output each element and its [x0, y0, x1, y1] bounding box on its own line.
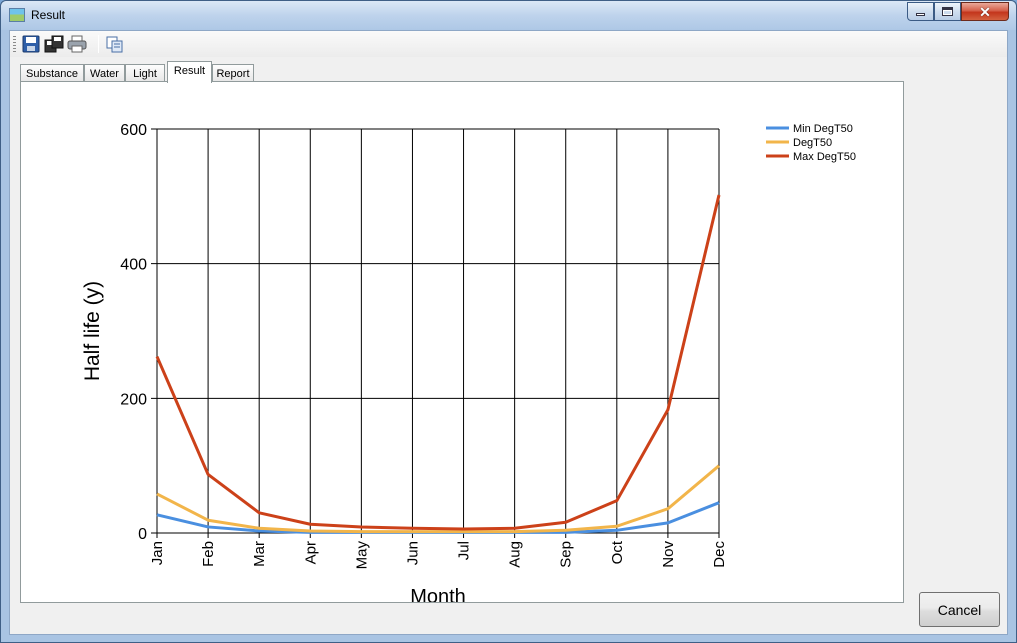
tab-report[interactable]: Report [212, 64, 254, 82]
legend-label: Max DegT50 [793, 151, 856, 163]
x-tick-label: Nov [660, 541, 677, 568]
maximize-icon [942, 7, 953, 16]
y-tick-label: 0 [138, 526, 147, 543]
title-bar[interactable]: Result ✕ [1, 1, 1016, 30]
print-icon [67, 35, 87, 53]
copy-button[interactable] [105, 34, 125, 54]
tab-water[interactable]: Water [84, 64, 125, 82]
save-all-icon [44, 35, 64, 53]
tab-label: Report [216, 68, 250, 80]
tab-substance[interactable]: Substance [20, 64, 84, 82]
x-tick-label: May [353, 541, 370, 570]
result-tab-page: 0 200 400 600 Jan Feb Mar Apr May Jun Jul Aug Sep Oct… [20, 81, 904, 608]
cancel-button[interactable]: Cancel [919, 592, 1000, 627]
x-tick-label: Dec [711, 541, 728, 568]
x-tick-label: Jun [404, 541, 421, 565]
x-tick-label: Feb [200, 541, 217, 567]
minimize-button[interactable] [907, 2, 934, 21]
tab-light[interactable]: Light [125, 64, 165, 82]
toolbar-grip-icon[interactable] [13, 36, 16, 52]
copy-icon [106, 36, 123, 53]
x-tick-label: Oct [609, 540, 626, 564]
save-button[interactable] [21, 34, 41, 54]
y-tick-label: 400 [120, 257, 147, 274]
tab-result[interactable]: Result [167, 61, 212, 83]
y-tick-label: 600 [120, 122, 147, 139]
y-tick-label: 200 [120, 391, 147, 408]
legend-label: Min DegT50 [793, 123, 853, 135]
window-title: Result [31, 8, 66, 22]
x-tick-label: Mar [251, 541, 268, 567]
close-icon: ✕ [979, 3, 991, 20]
x-tick-label: Jan [149, 541, 166, 565]
close-button[interactable]: ✕ [961, 2, 1009, 21]
y-axis-label: Half life (y) [81, 281, 104, 381]
x-tick-label: Sep [558, 541, 575, 568]
legend-label: DegT50 [793, 137, 832, 149]
save-icon [22, 35, 40, 53]
result-window: Result ✕ Substance Water Light Result Re… [0, 0, 1017, 643]
x-tick-label: Apr [302, 541, 319, 564]
half-life-chart: 0 200 400 600 Jan Feb Mar Apr May Jun Jul Aug Sep Oct… [81, 122, 856, 608]
series-line [155, 194, 721, 531]
print-button[interactable] [67, 34, 87, 54]
x-axis-label: Month [410, 586, 466, 602]
tab-label: Substance [26, 68, 78, 80]
x-tick-label: Aug [507, 541, 524, 568]
save-all-button[interactable] [44, 34, 64, 54]
toolbar [10, 31, 1007, 57]
maximize-button[interactable] [934, 2, 961, 21]
tab-label: Result [173, 65, 206, 77]
app-icon [9, 8, 25, 22]
x-tick-label: Jul [456, 541, 473, 560]
tab-label: Water [90, 68, 119, 80]
tab-label: Light [133, 68, 157, 80]
toolbar-separator [98, 35, 99, 53]
minimize-icon [916, 13, 925, 16]
client-area: Substance Water Light Result Report 0 200… [9, 30, 1008, 635]
